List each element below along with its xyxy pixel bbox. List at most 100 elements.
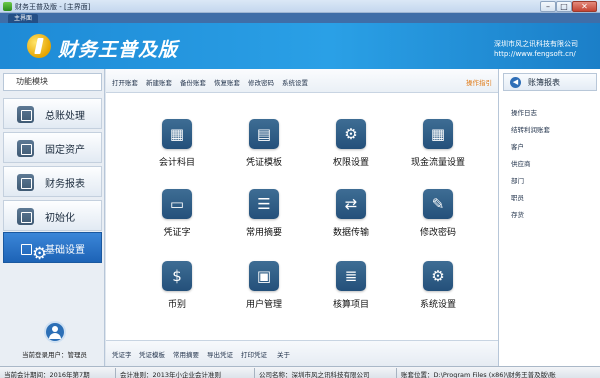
sidebar-item-reports[interactable]: 财务报表 [3, 166, 102, 197]
company-name: 深圳市风之讯科技有限公司 [494, 40, 578, 48]
settings-icon: ⚙ [431, 267, 445, 285]
link-departments[interactable]: 部门 [511, 175, 524, 185]
maximize-button[interactable]: □ [556, 1, 572, 12]
link-customers[interactable]: 客户 [511, 141, 524, 151]
backup-set-button[interactable]: 备份账套 [180, 77, 206, 87]
new-set-button[interactable]: 新建账套 [146, 77, 172, 87]
arrow-left-icon[interactable]: ◀ [510, 77, 521, 88]
function-grid: ▦ 会计科目 ▤ 凭证模板 ⚙ 权限设置 ▦ 现金流量设置 ▭ 凭证字 ☰ 常用… [106, 93, 498, 340]
tile-cashflow-settings[interactable]: ▦ 现金流量设置 [405, 119, 469, 179]
permission-icon: ⚙ [344, 125, 358, 143]
sidebar-item-ledger[interactable]: 总账处理 [3, 98, 102, 129]
asset-icon [17, 140, 34, 157]
status-location: 账套位置：D:\Program Files (x86)\财务王普及版\账 [401, 371, 556, 378]
tile-common-summary[interactable]: ☰ 常用摘要 [231, 189, 295, 249]
tile-voucher-word[interactable]: ▭ 凭证字 [144, 189, 208, 249]
sidebar-heading: 功能模块 [3, 73, 102, 91]
summary-icon: ☰ [257, 195, 271, 213]
gear-icon: ⚙ [17, 240, 47, 264]
status-divider [254, 368, 255, 378]
minimize-button[interactable]: – [540, 1, 556, 12]
template-icon: ▤ [256, 125, 272, 143]
currency-icon: $ [172, 267, 182, 285]
tile-change-password[interactable]: ✎ 修改密码 [405, 189, 469, 249]
init-icon [17, 208, 34, 225]
toolbar: 打开账套 新建账套 备份账套 恢复账套 修改密码 系统设置 操作指引 [106, 69, 498, 93]
reports-panel: ◀ 账簿报表 操作日志 结转利润账套 客户 供应商 部门 职员 存货 [498, 69, 600, 366]
app-icon [3, 2, 12, 11]
tile-label: 凭证字 [163, 228, 191, 238]
sidebar-item-basic-settings[interactable]: ⚙ 基础设置 [3, 232, 102, 264]
website-link[interactable]: http://www.fengsoft.cn/ [494, 50, 576, 58]
sidebar-item-label: 基础设置 [45, 245, 85, 256]
tile-label: 数据传输 [332, 228, 369, 238]
link-voucher-word[interactable]: 凭证字 [112, 349, 132, 359]
link-operation-log[interactable]: 操作日志 [511, 107, 537, 117]
voucher-word-icon: ▭ [169, 195, 185, 213]
tile-label: 修改密码 [419, 228, 456, 238]
sidebar-item-fixed-assets[interactable]: 固定资产 [3, 132, 102, 163]
tile-label: 权限设置 [332, 158, 369, 168]
open-set-button[interactable]: 打开账套 [112, 77, 138, 87]
sidebar-item-label: 财务报表 [45, 179, 85, 190]
link-inventory[interactable]: 存货 [511, 209, 524, 219]
status-period: 当前会计期间：2016年第7期 [4, 371, 90, 378]
module-sidebar: 功能模块 总账处理 固定资产 财务报表 初始化 ⚙ 基础设置 当前登录用户：管理… [0, 69, 105, 366]
link-suppliers[interactable]: 供应商 [511, 158, 531, 168]
guide-link[interactable]: 操作指引 [466, 77, 492, 87]
link-common-summary[interactable]: 常用摘要 [173, 349, 199, 359]
logo-icon [27, 34, 51, 58]
app-banner: 财务王普及版 深圳市风之讯科技有限公司 http://www.fengsoft.… [0, 23, 600, 69]
tile-label: 会计科目 [158, 158, 195, 168]
transfer-icon: ⇄ [344, 195, 358, 213]
user-avatar [44, 321, 66, 343]
system-settings-button[interactable]: 系统设置 [282, 77, 308, 87]
user-card-icon: ▣ [256, 267, 272, 285]
sidebar-item-label: 总账处理 [45, 111, 85, 122]
title-bar: 财务王普及版 - [主界面] – □ ✕ [0, 0, 600, 13]
tile-label: 常用摘要 [245, 228, 282, 238]
quick-links-bar: 凭证字 凭证模板 常用摘要 导出凭证 打印凭证 关于 [106, 340, 498, 366]
tile-system-settings[interactable]: ⚙ 系统设置 [405, 261, 469, 321]
ledger-icon [17, 106, 34, 123]
status-company: 公司名称：深圳市风之讯科技有限公司 [259, 371, 370, 378]
reports-panel-header: ◀ 账簿报表 [503, 73, 597, 91]
tab-home[interactable]: 主界面 [8, 14, 39, 23]
link-print-voucher[interactable]: 打印凭证 [241, 349, 267, 359]
tile-label: 用户管理 [245, 300, 282, 310]
status-divider [396, 368, 397, 378]
link-profit-transfer[interactable]: 结转利润账套 [511, 124, 550, 134]
link-voucher-template[interactable]: 凭证模板 [139, 349, 165, 359]
items-icon: ≣ [344, 267, 358, 285]
tile-label: 现金流量设置 [410, 158, 465, 168]
tile-permissions[interactable]: ⚙ 权限设置 [318, 119, 382, 179]
tile-currency[interactable]: $ 币别 [144, 261, 208, 321]
tile-data-transfer[interactable]: ⇄ 数据传输 [318, 189, 382, 249]
app-name: 财务王普及版 [58, 39, 179, 61]
tile-user-management[interactable]: ▣ 用户管理 [231, 261, 295, 321]
current-user: 当前登录用户：管理员 [22, 351, 87, 359]
password-icon: ✎ [431, 195, 445, 213]
link-employees[interactable]: 职员 [511, 192, 524, 202]
tile-label: 凭证模板 [245, 158, 282, 168]
status-bar: 当前会计期间：2016年第7期 会计准则：2013年小企业会计准则 公司名称：深… [0, 366, 600, 378]
report-icon [17, 174, 34, 191]
tile-accounting-items[interactable]: ≣ 核算项目 [318, 261, 382, 321]
link-export-voucher[interactable]: 导出凭证 [207, 349, 233, 359]
reports-panel-title: 账簿报表 [528, 78, 560, 87]
restore-set-button[interactable]: 恢复账套 [214, 77, 240, 87]
status-standard: 会计准则：2013年小企业会计准则 [120, 371, 222, 378]
sidebar-item-label: 固定资产 [45, 145, 85, 156]
tile-label: 系统设置 [419, 300, 456, 310]
sidebar-item-label: 初始化 [45, 213, 75, 224]
tile-label: 核算项目 [332, 300, 369, 310]
change-password-button[interactable]: 修改密码 [248, 77, 274, 87]
sidebar-item-init[interactable]: 初始化 [3, 200, 102, 231]
cashflow-icon: ▦ [430, 125, 446, 143]
close-button[interactable]: ✕ [572, 1, 597, 12]
tile-voucher-template[interactable]: ▤ 凭证模板 [231, 119, 295, 179]
tile-account-subjects[interactable]: ▦ 会计科目 [144, 119, 208, 179]
status-divider [115, 368, 116, 378]
subjects-icon: ▦ [169, 125, 185, 143]
link-about[interactable]: 关于 [277, 349, 290, 359]
